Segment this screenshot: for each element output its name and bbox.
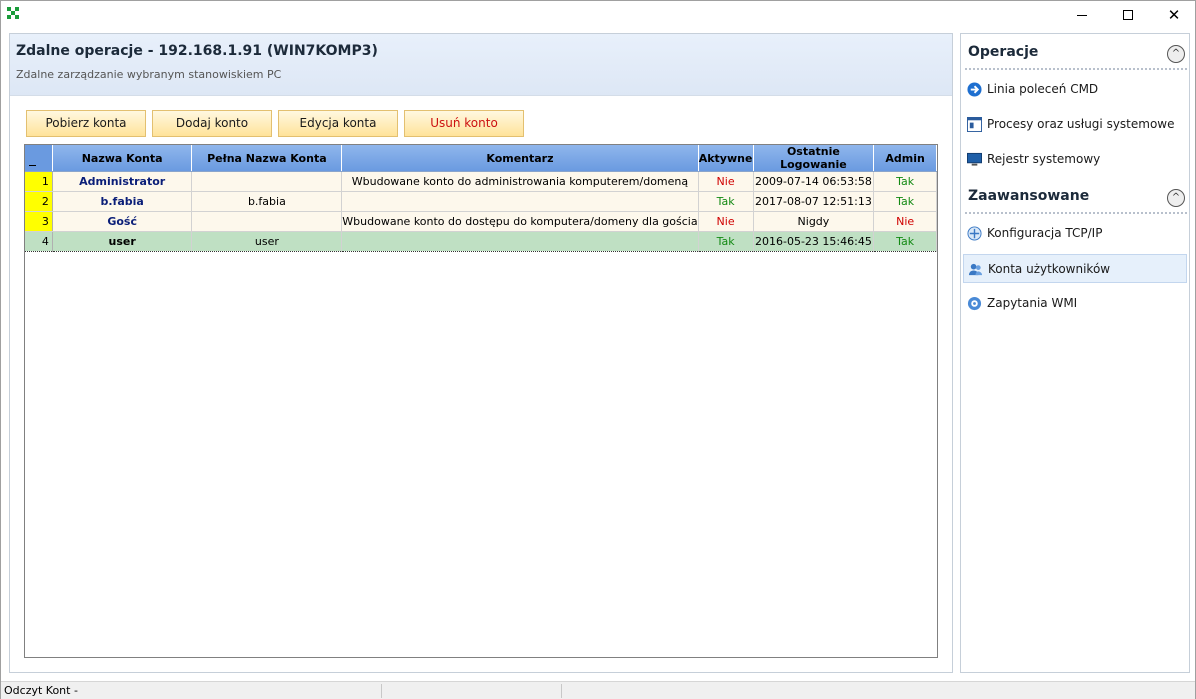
- chevron-up-icon: ^: [1171, 48, 1181, 59]
- delete-account-button[interactable]: Usuń konto: [404, 110, 524, 137]
- sidebar-item-wmi[interactable]: Zapytania WMI: [963, 289, 1187, 318]
- row-number: 4: [25, 231, 53, 252]
- comment-cell: Wbudowane konto do administrowania kompu…: [341, 171, 699, 192]
- active-cell: Nie: [698, 211, 754, 232]
- page-subtitle: Zdalne zarządzanie wybranym stanowiskiem…: [16, 68, 282, 81]
- window-icon: [967, 117, 982, 132]
- account-name-cell: b.fabia: [52, 191, 193, 212]
- table-row[interactable]: 3 Gość Wbudowane konto do dostępu do kom…: [25, 211, 937, 232]
- column-header-active[interactable]: Aktywne: [698, 145, 754, 172]
- network-icon: [967, 226, 982, 241]
- active-cell: Nie: [698, 171, 754, 192]
- app-icon: [7, 7, 21, 21]
- chevron-up-icon: ^: [1171, 192, 1181, 203]
- header-band: Zdalne operacje - 192.168.1.91 (WIN7KOMP…: [10, 34, 952, 96]
- advanced-collapse-button[interactable]: ^: [1167, 189, 1185, 207]
- maximize-button[interactable]: [1105, 1, 1151, 29]
- comment-cell: [341, 231, 699, 252]
- comment-cell: [341, 191, 699, 212]
- minimize-icon: [1077, 14, 1087, 16]
- active-cell: Tak: [698, 231, 754, 252]
- sidebar-item-label: Procesy oraz usługi systemowe: [987, 117, 1175, 131]
- side-panel: Operacje ^ Linia poleceń CMD Procesy ora…: [960, 33, 1190, 673]
- close-icon: ✕: [1167, 6, 1181, 24]
- edit-account-button[interactable]: Edycja konta: [278, 110, 398, 137]
- account-name-cell: Administrator: [52, 171, 193, 192]
- divider: [965, 212, 1187, 214]
- sidebar-item-label: Rejestr systemowy: [987, 152, 1101, 166]
- main-window: ✕ Zdalne operacje - 192.168.1.91 (WIN7KO…: [0, 0, 1196, 699]
- row-number: 2: [25, 191, 53, 212]
- operations-section-title: Operacje: [968, 44, 1039, 60]
- sidebar-item-label: Zapytania WMI: [987, 296, 1078, 310]
- title-bar: ✕: [1, 1, 1195, 29]
- status-divider: [381, 684, 382, 698]
- sidebar-item-registry[interactable]: Rejestr systemowy: [963, 145, 1187, 174]
- column-header-admin[interactable]: Admin: [873, 145, 937, 172]
- status-divider: [561, 684, 562, 698]
- get-accounts-button[interactable]: Pobierz konta: [26, 110, 146, 137]
- full-name-cell: b.fabia: [191, 191, 343, 212]
- table-row[interactable]: 2 b.fabia b.fabia Tak 2017-08-07 12:51:1…: [25, 191, 937, 212]
- minimize-button[interactable]: [1059, 1, 1105, 29]
- main-panel: Zdalne operacje - 192.168.1.91 (WIN7KOMP…: [9, 33, 953, 673]
- status-text: Odczyt Kont -: [4, 684, 78, 697]
- arrow-right-icon: [967, 82, 982, 97]
- sidebar-item-processes[interactable]: Procesy oraz usługi systemowe: [963, 110, 1187, 139]
- sidebar-item-cmd[interactable]: Linia poleceń CMD: [963, 75, 1187, 104]
- column-header-full-name[interactable]: Pełna Nazwa Konta: [191, 145, 343, 172]
- status-bar: Odczyt Kont -: [1, 681, 1195, 699]
- column-header-name[interactable]: Nazwa Konta: [52, 145, 193, 172]
- comment-cell: Wbudowane konto do dostępu do komputera/…: [341, 211, 699, 232]
- admin-cell: Tak: [873, 171, 937, 192]
- divider: [965, 68, 1187, 70]
- close-button[interactable]: ✕: [1151, 1, 1196, 29]
- page-title: Zdalne operacje - 192.168.1.91 (WIN7KOMP…: [16, 43, 378, 59]
- admin-cell: Tak: [873, 191, 937, 212]
- sidebar-item-label: Linia poleceń CMD: [987, 82, 1099, 96]
- wmi-icon: [967, 296, 982, 311]
- row-number: 3: [25, 211, 53, 232]
- last-login-cell: Nigdy: [753, 211, 875, 232]
- last-login-cell: 2016-05-23 15:46:45: [753, 231, 875, 252]
- sidebar-item-tcpip[interactable]: Konfiguracja TCP/IP: [963, 219, 1187, 248]
- sidebar-item-label: Konta użytkowników: [988, 262, 1111, 276]
- account-name-cell: Gość: [52, 211, 193, 232]
- last-login-cell: 2017-08-07 12:51:13: [753, 191, 875, 212]
- accounts-grid[interactable]: Nazwa Konta Pełna Nazwa Konta Komentarz …: [24, 144, 938, 658]
- users-icon: [968, 263, 983, 276]
- admin-cell: Nie: [873, 211, 937, 232]
- table-header-row: Nazwa Konta Pełna Nazwa Konta Komentarz …: [25, 145, 937, 172]
- row-header-corner: [25, 145, 53, 172]
- table-row-selected[interactable]: 4 user user Tak 2016-05-23 15:46:45 Tak: [25, 231, 937, 252]
- column-header-comment[interactable]: Komentarz: [341, 145, 699, 172]
- sidebar-item-label: Konfiguracja TCP/IP: [987, 226, 1103, 240]
- add-account-button[interactable]: Dodaj konto: [152, 110, 272, 137]
- monitor-icon: [967, 152, 982, 166]
- maximize-icon: [1123, 10, 1133, 20]
- column-header-last-login[interactable]: Ostatnie Logowanie: [753, 145, 875, 172]
- active-cell: Tak: [698, 191, 754, 212]
- account-name-cell: user: [52, 231, 193, 252]
- last-login-cell: 2009-07-14 06:53:58: [753, 171, 875, 192]
- full-name-cell: [191, 171, 343, 192]
- full-name-cell: [191, 211, 343, 232]
- admin-cell: Tak: [873, 231, 937, 252]
- accounts-table: Nazwa Konta Pełna Nazwa Konta Komentarz …: [25, 145, 937, 252]
- full-name-cell: user: [191, 231, 343, 252]
- advanced-section-title: Zaawansowane: [968, 188, 1090, 204]
- table-row[interactable]: 1 Administrator Wbudowane konto do admin…: [25, 171, 937, 192]
- row-number: 1: [25, 171, 53, 192]
- operations-collapse-button[interactable]: ^: [1167, 45, 1185, 63]
- sidebar-item-user-accounts[interactable]: Konta użytkowników: [963, 254, 1187, 283]
